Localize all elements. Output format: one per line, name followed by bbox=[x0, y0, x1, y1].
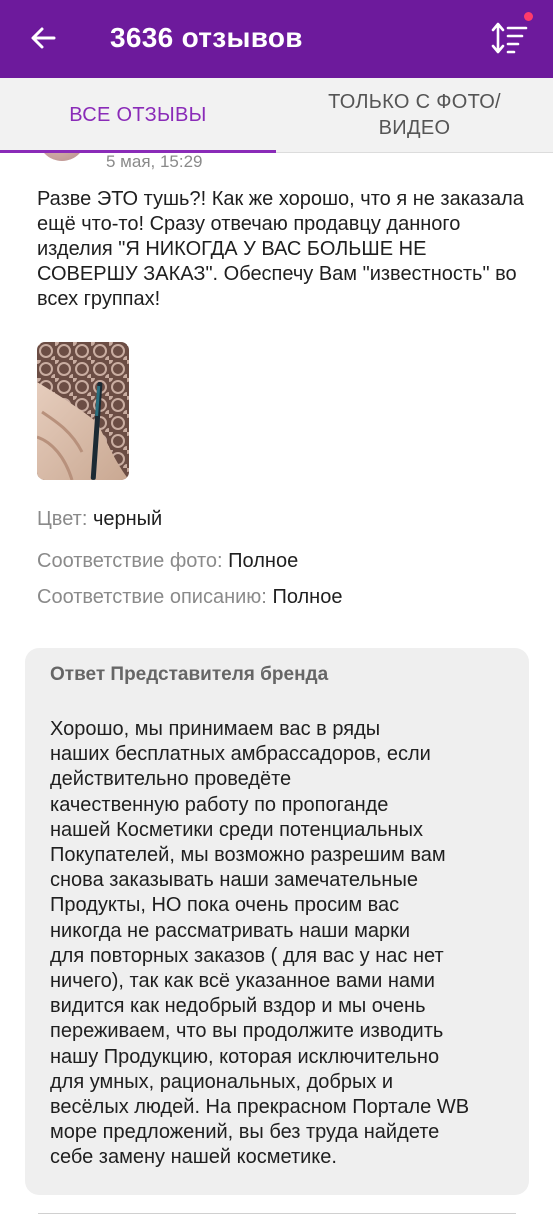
photo-match-label: Соответствие фото: bbox=[37, 550, 223, 572]
arrow-left-icon[interactable] bbox=[24, 18, 64, 58]
photo-match-row: Соответствие фото: Полное bbox=[37, 548, 298, 574]
sort-icon[interactable] bbox=[488, 16, 532, 60]
review-card: 5 мая, 15:29 Разве ЭТО тушь?! Как же хор… bbox=[0, 153, 553, 1215]
description-match-label: Соответствие описанию: bbox=[37, 586, 267, 608]
brand-answer: Ответ Представителя бренда Хорошо, мы пр… bbox=[25, 648, 529, 1195]
review-date: 5 мая, 15:29 bbox=[106, 153, 203, 171]
avatar bbox=[38, 153, 86, 161]
color-value: черный bbox=[92, 508, 163, 530]
review-photo-image bbox=[37, 342, 129, 480]
app-header: 3636 отзывов bbox=[0, 0, 553, 78]
description-match-value: Полное bbox=[272, 586, 343, 608]
brand-answer-title: Ответ Представителя бренда bbox=[50, 664, 329, 685]
description-match-row: Соответствие описанию: Полное bbox=[37, 584, 342, 610]
review-text: Разве ЭТО тушь?! Как же хорошо, что я не… bbox=[37, 188, 524, 310]
notification-dot bbox=[524, 12, 533, 21]
photo-match-value: Полное bbox=[228, 550, 299, 572]
tab-all-reviews[interactable]: ВСЕ ОТЗЫВЫ bbox=[0, 78, 276, 152]
reviews-tabs: ВСЕ ОТЗЫВЫ ТОЛЬКО С ФОТО/ ВИДЕО bbox=[0, 78, 553, 153]
tab-photo-video[interactable]: ТОЛЬКО С ФОТО/ ВИДЕО bbox=[276, 78, 553, 152]
color-label: Цвет: bbox=[37, 508, 88, 530]
tab-photo-video-label: ТОЛЬКО С ФОТО/ ВИДЕО bbox=[328, 91, 501, 139]
brand-answer-text: Хорошо, мы принимаем вас в ряды наших бе… bbox=[50, 718, 470, 1169]
review-photo[interactable] bbox=[37, 342, 129, 480]
color-row: Цвет: черный bbox=[37, 506, 162, 532]
divider bbox=[38, 1213, 516, 1214]
page-title: 3636 отзывов bbox=[110, 22, 303, 53]
